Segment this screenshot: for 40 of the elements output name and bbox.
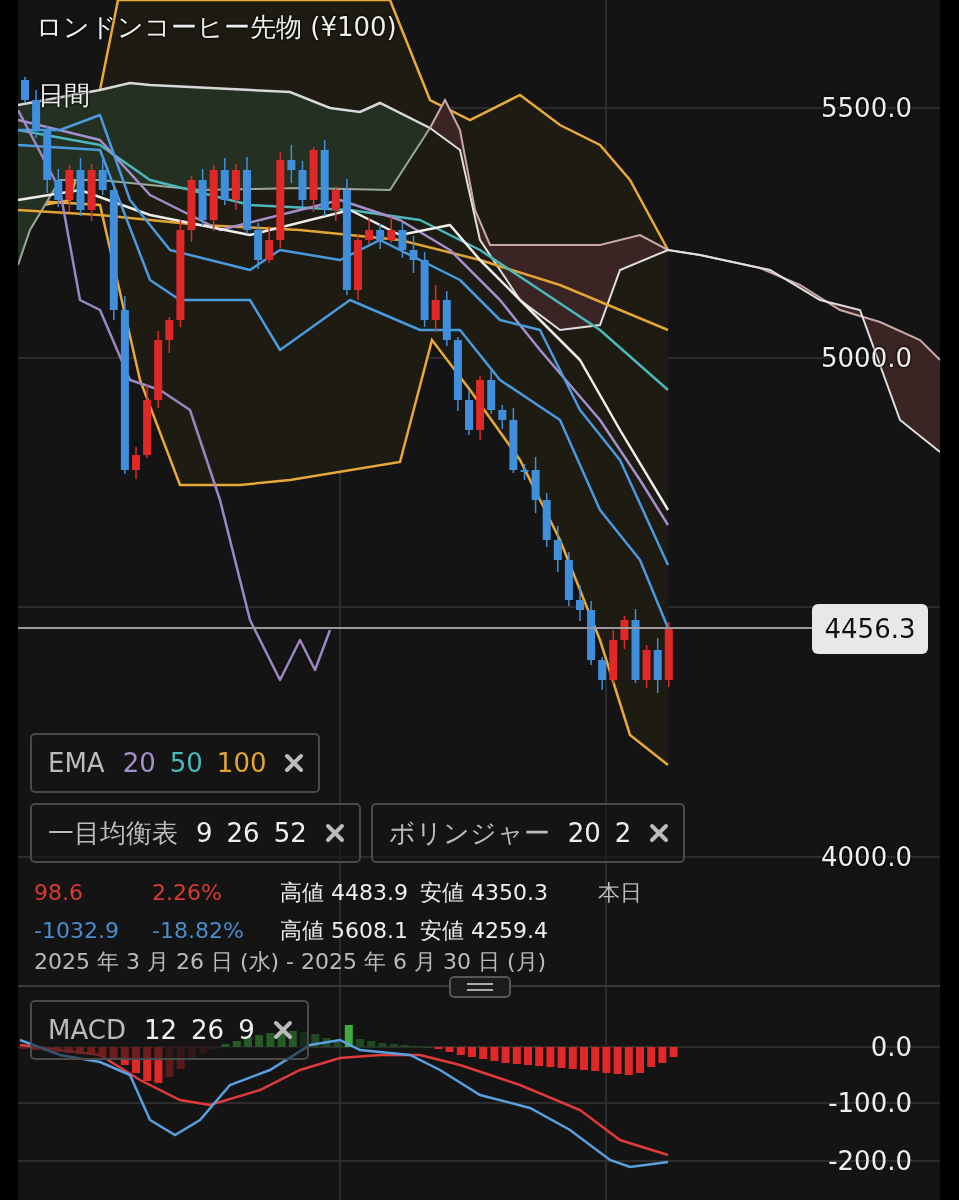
indicator-legend[interactable]: ボリンジャー 20 2 xyxy=(370,803,686,863)
close-icon[interactable] xyxy=(649,823,670,843)
low-price: 安値 4350.3 xyxy=(420,879,549,907)
indicator-parameter: 2 xyxy=(614,818,632,848)
indicator-name: EMA xyxy=(48,748,105,778)
macd-axis-label: -200.0 xyxy=(828,1146,912,1176)
high-price: 高値 4483.9 xyxy=(280,879,409,907)
indicator-parameter: 9 xyxy=(196,818,213,848)
close-icon[interactable] xyxy=(284,753,305,773)
indicator-name: MACD xyxy=(48,1015,126,1045)
indicator-parameter: 50 xyxy=(169,748,203,778)
date-range: 2025 年 3 月 26 日 (水) - 2025 年 6 月 30 日 (月) xyxy=(34,948,547,976)
macd-axis-label: -100.0 xyxy=(828,1088,912,1118)
indicator-parameter: 20 xyxy=(567,818,601,848)
low-price: 安値 4259.4 xyxy=(420,917,549,945)
price-change: 98.6 xyxy=(34,879,84,907)
percent-change: 2.26% xyxy=(152,879,223,907)
price-axis-label: 5500.0 xyxy=(821,93,912,123)
indicator-legend[interactable]: MACD 12 26 9 xyxy=(30,1000,309,1060)
price-change: -1032.9 xyxy=(34,917,120,945)
percent-change: -18.82% xyxy=(152,917,245,945)
current-price-label: 4456.3 xyxy=(812,604,928,654)
indicator-parameter: 52 xyxy=(273,818,307,848)
indicator-parameter: 12 xyxy=(143,1015,178,1045)
indicator-parameter: 9 xyxy=(238,1015,255,1045)
high-price: 高値 5608.1 xyxy=(280,917,409,945)
indicator-parameter: 20 xyxy=(122,748,156,778)
close-icon[interactable] xyxy=(272,1020,293,1040)
indicator-parameter: 26 xyxy=(191,1015,225,1045)
close-icon[interactable] xyxy=(324,823,345,843)
macd-axis-label: 0.0 xyxy=(870,1032,912,1062)
indicator-parameter: 26 xyxy=(226,818,260,848)
indicator-parameter: 100 xyxy=(216,748,267,778)
indicator-legend[interactable]: 一目均衡表 9 26 52 xyxy=(30,803,361,863)
indicator-name: ボリンジャー xyxy=(388,816,550,850)
price-axis-label: 4000.0 xyxy=(821,842,912,872)
indicator-legend[interactable]: EMA 20 50 100 xyxy=(30,733,321,793)
period-label: 本日 xyxy=(598,879,642,907)
indicator-name: 一目均衡表 xyxy=(48,816,178,850)
pane-resize-handle[interactable] xyxy=(449,976,511,998)
